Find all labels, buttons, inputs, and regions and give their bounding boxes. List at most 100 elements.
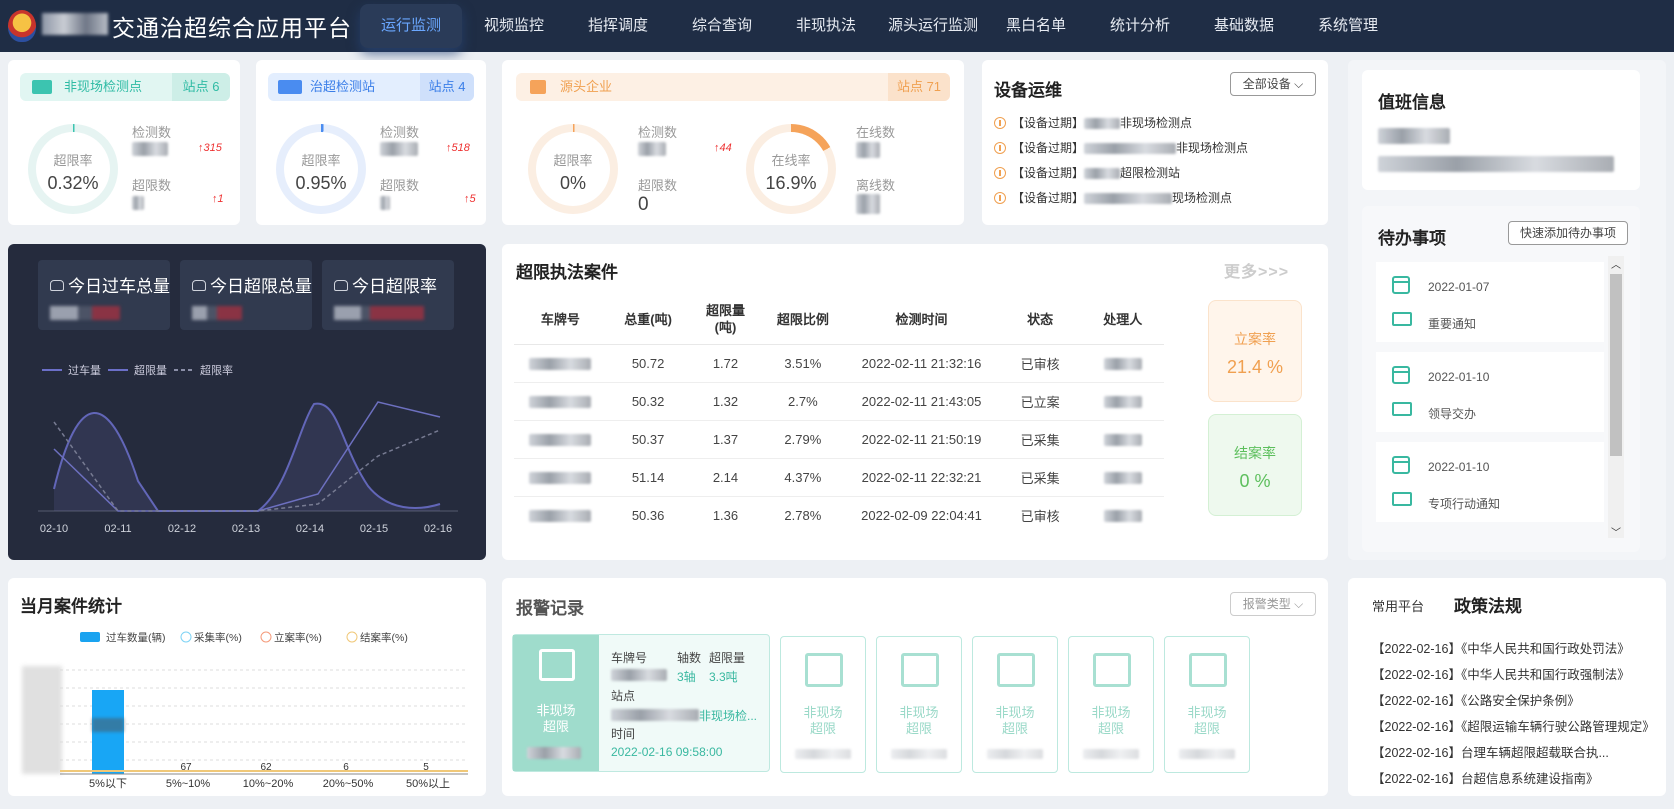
- device-filter-select[interactable]: 全部设备 ⌵: [1230, 72, 1316, 96]
- col-header: 检测时间: [844, 294, 999, 345]
- station-count-badge: 站点 71: [888, 73, 950, 101]
- calendar-icon: [1392, 366, 1410, 384]
- table-row[interactable]: 50.37 1.37 2.79% 2022-02-11 21:50:19 已采集: [514, 420, 1164, 459]
- duty-title: 值班信息: [1378, 93, 1446, 112]
- scroll-thumb[interactable]: [1610, 274, 1622, 456]
- time-value: 2022-02-16 09:58:00: [611, 745, 723, 759]
- blurred-region-name: [42, 13, 108, 35]
- table-cell: 2022-02-09 22:04:41: [844, 496, 999, 524]
- today-traffic-panel: 今日过车总量 今日超限总量 今日超限率 过车量 超限量 超限率 02-10 02-…: [8, 244, 486, 560]
- policy-link[interactable]: 【2022-02-16】《中华人民共和国行政处罚法》: [1372, 638, 1630, 657]
- policy-link[interactable]: 【2022-02-16】《公路安全保护条例》: [1372, 690, 1580, 709]
- device-item[interactable]: 【设备过期】 超限检测站: [994, 164, 1180, 181]
- filing-rate-label: 立案率: [1234, 331, 1276, 347]
- over-value: 3.3吨: [709, 670, 738, 684]
- axle-value: 3轴: [677, 670, 696, 684]
- monthly-stats-panel: 当月案件统计 过车数量(辆) 采集率(%) 立案率(%) 结案率(%) 67 6…: [8, 578, 486, 796]
- tab-common-platforms[interactable]: 常用平台: [1372, 596, 1424, 615]
- alarm-card[interactable]: 非现场 超限: [1164, 636, 1250, 773]
- todo-item[interactable]: 2022-01-10 专项行动通知: [1376, 442, 1604, 522]
- add-todo-button[interactable]: 快速添加待办事项: [1508, 221, 1628, 245]
- nav-item-basic-data[interactable]: 基础数据: [1196, 0, 1292, 52]
- nav-item-query[interactable]: 综合查询: [674, 0, 770, 52]
- rate-value: 0.95%: [295, 173, 347, 193]
- time-label: 时间: [611, 727, 636, 741]
- table-row[interactable]: 50.36 1.36 2.78% 2022-02-09 22:04:41 已审核: [514, 496, 1164, 524]
- alarm-card[interactable]: 非现场 超限: [780, 636, 866, 773]
- x-tick-label: 5%~10%: [166, 778, 211, 790]
- todo-item[interactable]: 2022-01-07 重要通知: [1376, 262, 1604, 342]
- data-label: 6: [343, 762, 349, 773]
- alarm-card[interactable]: 非现场 超限: [876, 636, 962, 773]
- detect-trend: ↑518: [446, 142, 470, 154]
- policy-link[interactable]: 【2022-02-16】《超限运输车辆行驶公路管理规定》: [1372, 716, 1655, 735]
- col-header: 状态: [998, 294, 1082, 345]
- device-ops-title: 设备运维: [994, 81, 1062, 100]
- stat-card-source: 源头企业 站点 71 超限率 0% 检测数 ↑44 超限数 0 在线率 16.9…: [502, 60, 964, 225]
- policy-link[interactable]: 【2022-02-16】台理车辆超限超载联合执...: [1372, 742, 1609, 761]
- nav-item-statistics[interactable]: 统计分析: [1092, 0, 1188, 52]
- nav-item-system[interactable]: 系统管理: [1300, 0, 1396, 52]
- cases-more-link[interactable]: 更多>>>: [1224, 258, 1289, 282]
- over-trend: ↑5: [464, 193, 476, 205]
- over-trend: ↑1: [212, 193, 224, 205]
- todo-date: 2022-01-10: [1428, 370, 1490, 384]
- alarm-card-active[interactable]: 非现场 超限 车牌号 轴数 超限量 3轴 3.3吨 站点 非现场检... 时间 …: [512, 634, 770, 772]
- over-count-label: 超限数: [380, 178, 420, 193]
- table-row[interactable]: 50.72 1.72 3.51% 2022-02-11 21:32:16 已审核: [514, 344, 1164, 383]
- station-count-badge: 站点 4: [420, 73, 474, 101]
- nav-item-video[interactable]: 视频监控: [466, 0, 562, 52]
- car-icon: [334, 280, 348, 291]
- device-ops-panel: 设备运维 全部设备 ⌵ 【设备过期】 非现场检测点 【设备过期】 非现场检测点 【设…: [982, 60, 1328, 225]
- x-tick-label: 10%~20%: [243, 778, 294, 790]
- nav-item-source[interactable]: 源头运行监测: [882, 0, 984, 52]
- table-cell: 2022-02-11 22:32:21: [844, 458, 999, 497]
- table-cell: 3.51%: [761, 344, 845, 383]
- closing-rate-box: 结案率 0 %: [1208, 414, 1302, 516]
- over-count-value: 0: [638, 194, 649, 215]
- alarm-card[interactable]: 非现场 超限: [972, 636, 1058, 773]
- nav-item-dispatch[interactable]: 指挥调度: [570, 0, 666, 52]
- device-item[interactable]: 【设备过期】 现场检测点: [994, 189, 1232, 206]
- table-cell: 4.37%: [761, 458, 845, 497]
- truck-scale-icon: [805, 653, 843, 687]
- legend-label: 结案率(%): [360, 631, 408, 644]
- blurred-bar-label: [92, 718, 124, 732]
- table-row[interactable]: 50.32 1.32 2.7% 2022-02-11 21:43:05 已立案: [514, 382, 1164, 421]
- todo-item[interactable]: 2022-01-10 领导交办: [1376, 352, 1604, 432]
- area-fill: [54, 403, 440, 511]
- filing-rate-value: 21.4 %: [1226, 357, 1284, 377]
- site-value: 非现场检...: [699, 709, 758, 723]
- table-cell: 2.78%: [761, 496, 845, 524]
- nav-item-enforcement[interactable]: 非现执法: [778, 0, 874, 52]
- data-label: 67: [180, 762, 192, 773]
- tab-policies[interactable]: 政策法规: [1454, 592, 1522, 617]
- table-cell: 1.72: [689, 344, 762, 383]
- policy-link[interactable]: 【2022-02-16】《中华人民共和国行政强制法》: [1372, 664, 1630, 683]
- plate-label: 车牌号: [611, 651, 648, 665]
- device-item[interactable]: 【设备过期】 非现场检测点: [994, 139, 1248, 156]
- todo-scrollbar[interactable]: ︿ ﹀: [1608, 256, 1624, 539]
- table-cell: 50.37: [606, 420, 690, 459]
- device-item[interactable]: 【设备过期】 非现场检测点: [994, 114, 1192, 131]
- factory-icon: [530, 80, 546, 94]
- over-count-label: 超限数: [638, 178, 678, 193]
- alarm-type-select[interactable]: 报警类型 ⌵: [1230, 592, 1316, 616]
- nav-item-monitoring[interactable]: 运行监测: [360, 4, 462, 48]
- truck-icon: [1392, 312, 1412, 326]
- cases-table: 车牌号 总重(吨) 超限量 (吨) 超限比例 检测时间 状态 处理人 50.72…: [514, 294, 1164, 524]
- stat-tag: 治超检测站 站点 4: [268, 73, 474, 101]
- cases-panel: 超限执法案件 更多>>> 车牌号 总重(吨) 超限量 (吨) 超限比例 检测时间…: [502, 244, 1328, 560]
- todo-date: 2022-01-10: [1428, 460, 1490, 474]
- col-header: 处理人: [1081, 294, 1164, 345]
- scroll-up-icon[interactable]: ︿: [1608, 256, 1624, 271]
- nav-item-blacklist[interactable]: 黑白名单: [988, 0, 1084, 52]
- todo-title: 待办事项: [1378, 229, 1446, 248]
- col-header: 车牌号: [514, 294, 607, 345]
- table-row[interactable]: 51.14 2.14 4.37% 2022-02-11 22:32:21 已采集: [514, 458, 1164, 497]
- scroll-down-icon[interactable]: ﹀: [1608, 524, 1624, 539]
- detect-count-label: 检测数: [132, 125, 172, 140]
- policy-link[interactable]: 【2022-02-16】台超信息系统建设指南》: [1372, 768, 1598, 787]
- alarm-card[interactable]: 非现场 超限: [1068, 636, 1154, 773]
- warning-icon: [994, 117, 1006, 129]
